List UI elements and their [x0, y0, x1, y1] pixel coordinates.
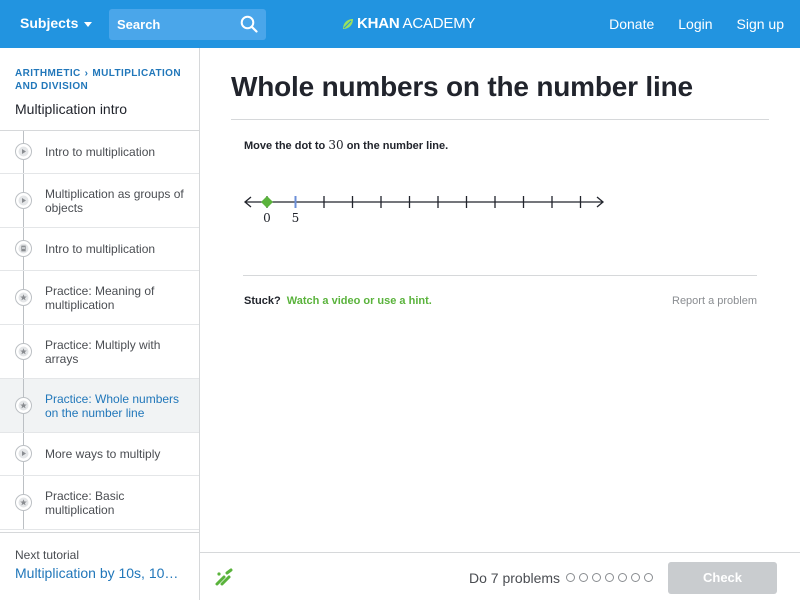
next-tutorial: Next tutorial Multiplication by 10s, 100… — [0, 532, 199, 600]
khan-academy-logo[interactable]: KHAN ACADEMY — [342, 15, 476, 32]
sidebar-item-label: Practice: Multiply with arrays — [45, 337, 161, 366]
play-icon — [15, 191, 32, 209]
stuck-label: Stuck? — [244, 295, 281, 307]
sidebar-item-practice-basic[interactable]: Practice: Basic multiplication — [0, 476, 199, 530]
login-link[interactable]: Login — [678, 16, 712, 32]
leaf-icon — [343, 18, 353, 29]
star-icon — [15, 342, 32, 360]
question-target-value: 30 — [328, 138, 344, 152]
chevron-right-icon: › — [84, 68, 89, 79]
tutorial-title: Multiplication intro — [15, 101, 128, 117]
progress-dot — [644, 573, 653, 582]
question-suffix: on the number line. — [346, 140, 449, 152]
sidebar-item-practice-meaning[interactable]: Practice: Meaning of multiplication — [0, 271, 199, 325]
tutorial-sidebar: ARITHMETIC › MULTIPLICATION AND DIVISION M… — [0, 48, 200, 600]
next-tutorial-link[interactable]: Multiplication by 10s, 100s, and 1000s — [15, 565, 184, 581]
search-icon[interactable] — [240, 15, 258, 33]
stuck-prompt: Stuck? Watch a video or use a hint. — [244, 295, 432, 307]
sidebar-item-label: Multiplication as groups of objects — [45, 186, 184, 215]
divider — [243, 275, 757, 276]
sign-up-link[interactable]: Sign up — [737, 16, 784, 32]
sidebar-item-label: Practice: Basic multiplication — [45, 488, 125, 517]
star-icon — [15, 396, 32, 414]
exercise-area: Whole numbers on the number line Move th… — [200, 48, 800, 552]
tutorial-item-list: Intro to multiplication Multiplication a… — [0, 130, 199, 530]
article-icon — [15, 240, 32, 257]
question-prompt: Move the dot to 30 on the number line. — [244, 138, 448, 152]
page-title: Whole numbers on the number line — [231, 71, 693, 102]
sidebar-item-label: More ways to multiply — [45, 447, 161, 461]
sidebar-item-label: Practice: Meaning of multiplication — [45, 283, 155, 312]
progress-dot — [605, 573, 614, 582]
hint-link[interactable]: Watch a video or use a hint. — [287, 295, 432, 307]
progress-dot — [592, 573, 601, 582]
next-tutorial-label: Next tutorial — [15, 548, 80, 562]
header-links: Donate Login Sign up — [609, 16, 784, 32]
logo-text-bold: KHAN — [357, 15, 400, 32]
progress-dot — [566, 573, 575, 582]
problem-progress-dots — [566, 573, 653, 582]
check-button[interactable]: Check — [668, 562, 777, 594]
problem-count-label: Do 7 problems — [469, 570, 561, 586]
divider — [231, 119, 769, 120]
subjects-menu-button[interactable]: Subjects — [20, 15, 93, 31]
breadcrumb-arithmetic[interactable]: ARITHMETIC — [15, 68, 81, 79]
star-icon — [15, 493, 32, 511]
sidebar-item-intro-article[interactable]: Intro to multiplication — [0, 228, 199, 271]
sidebar-item-practice-arrays[interactable]: Practice: Multiply with arrays — [0, 325, 199, 379]
top-navigation-bar: Subjects KHANACADEMY Donate Login Sign u… — [0, 0, 800, 48]
sidebar-item-more-ways-video[interactable]: More ways to multiply — [0, 433, 199, 476]
tick-label-0: 0 — [263, 211, 271, 225]
sidebar-item-intro-video[interactable]: Intro to multiplication — [0, 131, 199, 174]
question-prefix: Move the dot to — [244, 140, 326, 152]
progress-dot — [631, 573, 640, 582]
play-icon — [15, 143, 32, 160]
number-line-axis — [243, 196, 605, 208]
number-line-widget: 0 5 — [242, 188, 608, 228]
donate-link[interactable]: Donate — [609, 16, 654, 32]
sidebar-item-label: Intro to multiplication — [45, 242, 156, 256]
caret-down-icon — [84, 21, 93, 27]
report-problem-link[interactable]: Report a problem — [672, 295, 757, 307]
subjects-label: Subjects — [20, 15, 79, 31]
draggable-point-handle[interactable] — [261, 196, 273, 208]
search-box — [109, 9, 266, 40]
search-input[interactable] — [109, 9, 234, 40]
sidebar-item-groups-video[interactable]: Multiplication as groups of objects — [0, 174, 199, 228]
star-icon — [15, 288, 32, 306]
sidebar-item-label: Intro to multiplication — [45, 145, 156, 159]
mastery-level-icon — [215, 568, 233, 586]
progress-dot — [579, 573, 588, 582]
exercise-footer: Do 7 problems Check — [200, 552, 800, 600]
sidebar-item-label: Practice: Whole numbers on the number li… — [45, 391, 180, 420]
tick-label-5: 5 — [292, 211, 300, 225]
logo-text-light: ACADEMY — [402, 15, 476, 32]
sidebar-item-practice-number-line[interactable]: Practice: Whole numbers on the number li… — [0, 379, 199, 433]
play-icon — [15, 445, 32, 462]
progress-dot — [618, 573, 627, 582]
breadcrumb: ARITHMETIC › MULTIPLICATION AND DIVISION — [15, 67, 195, 93]
